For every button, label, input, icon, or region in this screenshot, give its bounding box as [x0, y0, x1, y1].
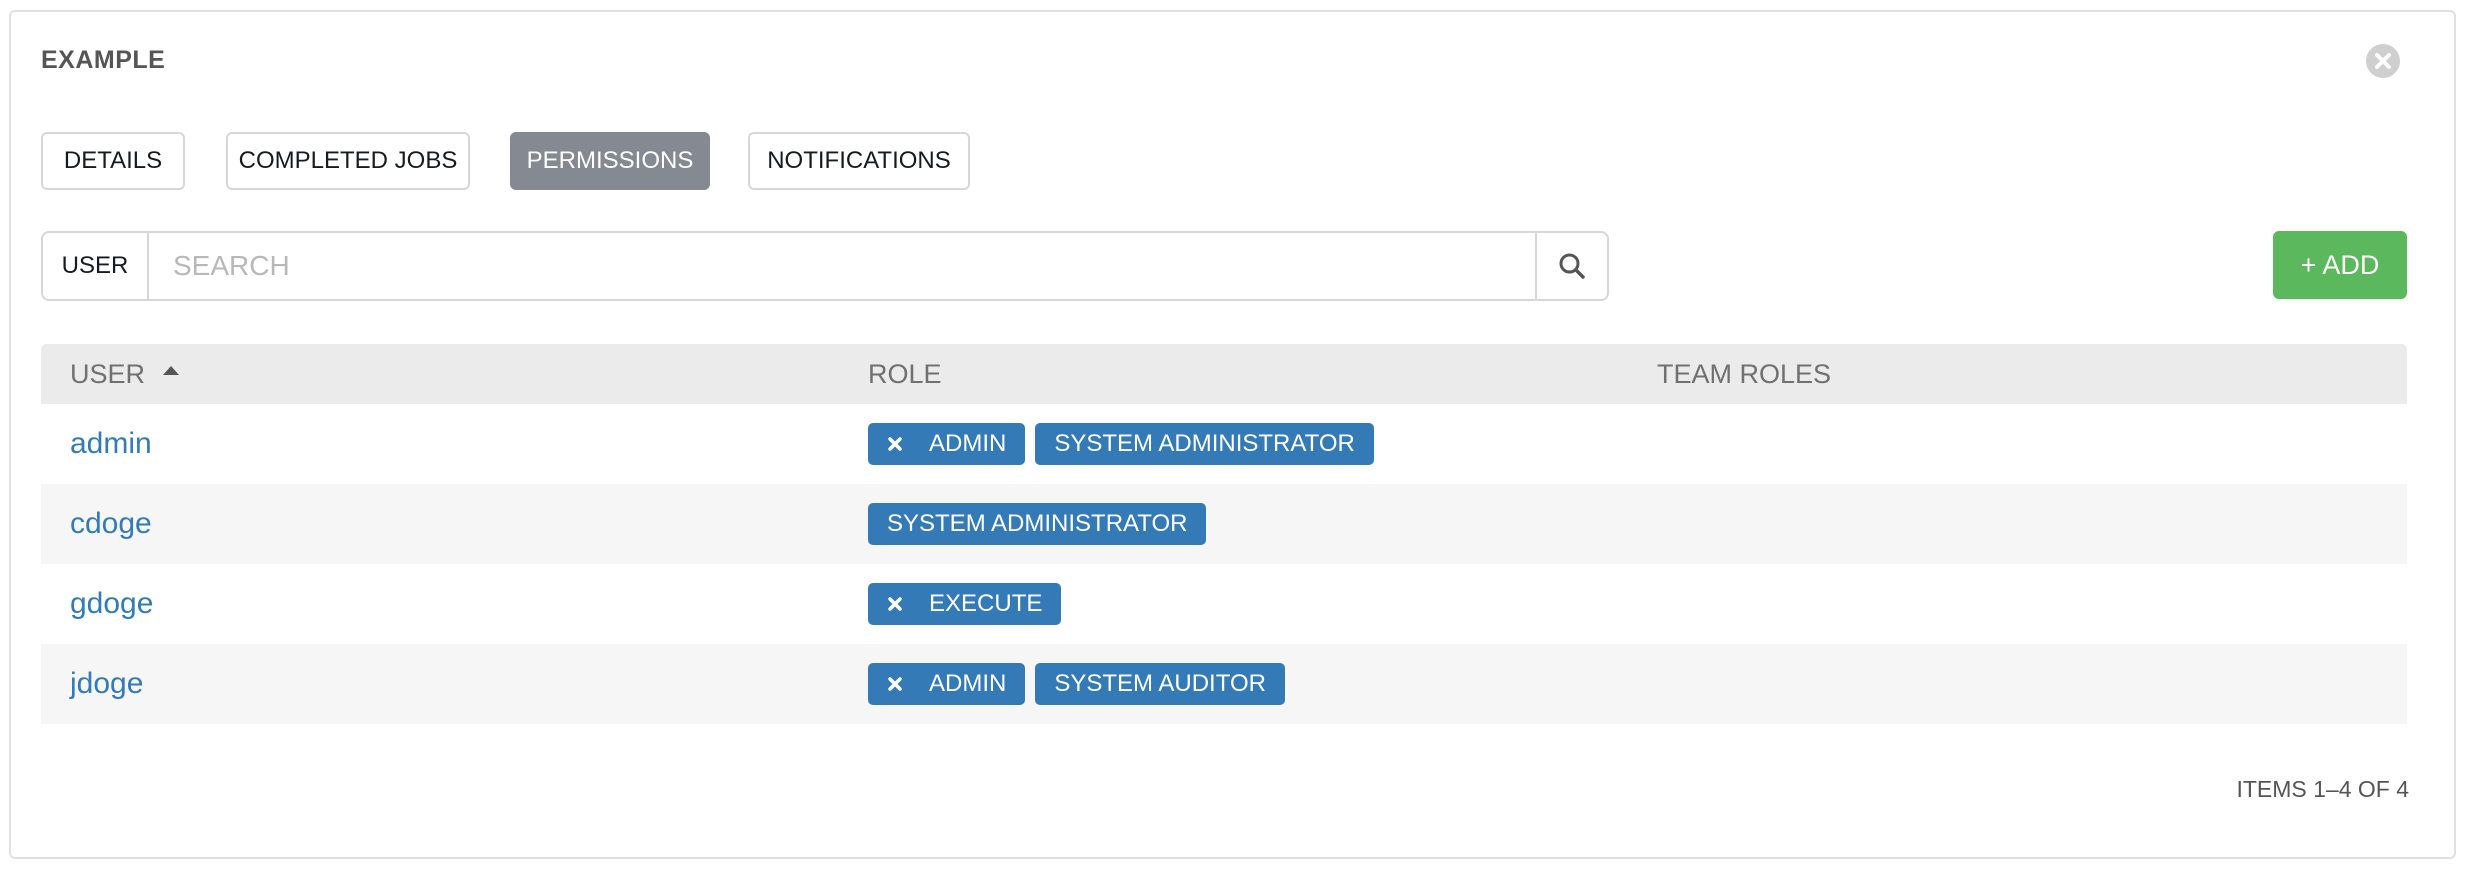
remove-x-icon [888, 437, 902, 451]
tab-permissions[interactable]: PERMISSIONS [510, 132, 710, 190]
search-icon [1559, 253, 1585, 279]
role-chip-label: SYSTEM ADMINISTRATOR [1054, 430, 1355, 457]
sort-ascending-icon [163, 365, 180, 375]
role-chip-label: EXECUTE [929, 590, 1043, 617]
table-row: cdoge SYSTEM ADMINISTRATOR [41, 484, 2407, 564]
remove-role-button[interactable] [885, 674, 905, 694]
role-chip-label: SYSTEM AUDITOR [1054, 670, 1266, 697]
role-chips: EXECUTE [868, 564, 1062, 644]
user-link[interactable]: cdoge [70, 484, 152, 564]
remove-role-button[interactable] [885, 434, 905, 454]
column-header-label: TEAM ROLES [1657, 358, 1832, 389]
search-key-dropdown[interactable]: USER [43, 233, 149, 299]
role-chip: SYSTEM AUDITOR [1035, 663, 1285, 705]
role-chips: ADMIN SYSTEM AUDITOR [868, 644, 1285, 724]
user-link[interactable]: gdoge [70, 564, 153, 644]
remove-x-icon [888, 597, 902, 611]
tab-details[interactable]: DETAILS [41, 132, 185, 190]
tab-completed-jobs[interactable]: COMPLETED JOBS [226, 132, 470, 190]
column-header-label: ROLE [868, 358, 942, 389]
table-row: gdoge EXECUTE [41, 564, 2407, 644]
column-header-user[interactable]: USER [70, 344, 180, 404]
permissions-table: USER ROLE TEAM ROLES admin ADMIN SYSTEM … [41, 344, 2407, 724]
column-header-role: ROLE [868, 344, 942, 404]
table-header: USER ROLE TEAM ROLES [41, 344, 2407, 404]
role-chip-label: ADMIN [929, 670, 1007, 697]
role-chip-label: SYSTEM ADMINISTRATOR [887, 510, 1188, 537]
close-circle-icon [2375, 53, 2391, 69]
table-row: jdoge ADMIN SYSTEM AUDITOR [41, 644, 2407, 724]
panel-title: EXAMPLE [41, 46, 166, 74]
user-link[interactable]: jdoge [70, 644, 143, 724]
role-chip: ADMIN [868, 663, 1026, 705]
role-chip: EXECUTE [868, 583, 1062, 625]
search-input[interactable] [149, 233, 1535, 299]
close-button[interactable] [2366, 44, 2400, 78]
column-header-label: USER [70, 358, 146, 389]
role-chip-label: ADMIN [929, 430, 1007, 457]
add-button[interactable]: + ADD [2273, 231, 2407, 299]
role-chip: SYSTEM ADMINISTRATOR [1035, 423, 1374, 465]
search-bar: USER [41, 231, 1609, 301]
role-chip: ADMIN [868, 423, 1026, 465]
table-row: admin ADMIN SYSTEM ADMINISTRATOR [41, 404, 2407, 484]
pagination-summary: ITEMS 1–4 OF 4 [2236, 776, 2409, 802]
role-chips: ADMIN SYSTEM ADMINISTRATOR [868, 404, 1374, 484]
column-header-team-roles: TEAM ROLES [1657, 344, 1831, 404]
remove-role-button[interactable] [885, 594, 905, 614]
search-button[interactable] [1535, 233, 1607, 299]
role-chips: SYSTEM ADMINISTRATOR [868, 484, 1207, 564]
remove-x-icon [888, 677, 902, 691]
tab-notifications[interactable]: NOTIFICATIONS [748, 132, 970, 190]
user-link[interactable]: admin [70, 404, 152, 484]
role-chip: SYSTEM ADMINISTRATOR [868, 503, 1207, 545]
